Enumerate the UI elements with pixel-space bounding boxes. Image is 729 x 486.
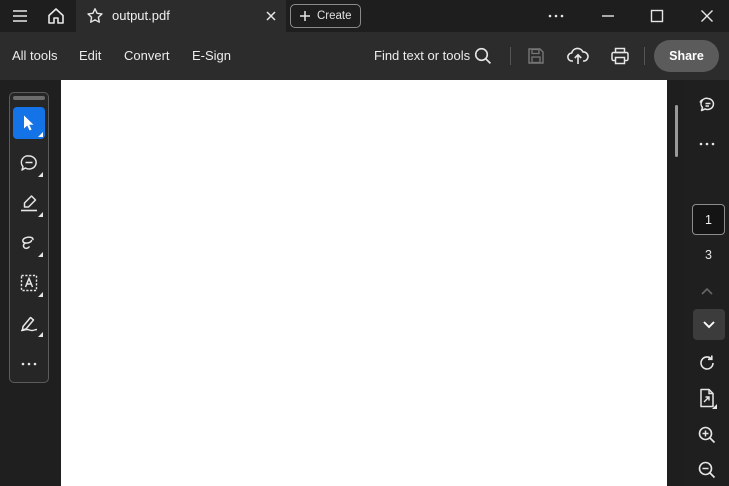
plus-icon (299, 10, 311, 22)
close-tab-icon[interactable] (264, 9, 278, 23)
menu-all-tools[interactable]: All tools (12, 48, 58, 63)
corner-triangle-icon (38, 172, 43, 177)
vertical-scrollbar[interactable] (667, 80, 685, 486)
text-select-icon (19, 273, 39, 293)
save-icon[interactable] (526, 46, 546, 66)
scrollbar-thumb[interactable] (675, 105, 678, 157)
toolbar-divider (644, 47, 645, 65)
print-icon[interactable] (610, 46, 630, 66)
menu-edit[interactable]: Edit (79, 48, 101, 63)
highlight-icon (19, 193, 39, 213)
draw-tool-button[interactable] (13, 227, 45, 259)
comments-panel-icon[interactable] (685, 94, 729, 116)
share-button[interactable]: Share (654, 40, 719, 72)
zoom-in-icon[interactable] (685, 424, 729, 446)
total-pages-label: 3 (705, 248, 712, 262)
zoom-out-icon[interactable] (685, 459, 729, 481)
sign-tool-button[interactable] (13, 307, 45, 339)
find-text-label[interactable]: Find text or tools (374, 48, 470, 63)
document-tab[interactable]: output.pdf (76, 0, 286, 32)
current-page-input[interactable]: 1 (692, 204, 725, 235)
corner-triangle-icon (38, 332, 43, 337)
cloud-upload-icon[interactable] (567, 46, 589, 66)
star-icon[interactable] (86, 7, 104, 25)
highlight-tool-button[interactable] (13, 187, 45, 219)
more-icon[interactable] (540, 0, 572, 32)
corner-triangle-icon (38, 212, 43, 217)
right-side-rail: 1 3 (685, 80, 729, 486)
select-tool-button[interactable] (13, 107, 45, 139)
search-icon[interactable] (473, 46, 493, 66)
more-tools-icon (21, 362, 37, 366)
toolbar-divider (510, 47, 511, 65)
drag-handle[interactable] (13, 96, 45, 100)
create-button[interactable]: Create (290, 4, 361, 28)
corner-triangle-icon (38, 132, 43, 137)
create-label: Create (317, 10, 352, 22)
pdf-page[interactable] (61, 80, 667, 486)
comment-icon (19, 153, 39, 173)
main-toolbar: All tools Edit Convert E-Sign Find text … (0, 32, 729, 80)
text-select-tool-button[interactable] (13, 267, 45, 299)
draw-freehand-icon (19, 233, 39, 253)
menu-convert[interactable]: Convert (124, 48, 170, 63)
rotate-icon[interactable] (685, 352, 729, 374)
menu-icon[interactable] (2, 0, 38, 32)
corner-triangle-icon (38, 252, 43, 257)
menu-e-sign[interactable]: E-Sign (192, 48, 231, 63)
comment-tool-button[interactable] (13, 147, 45, 179)
minimize-icon[interactable] (592, 0, 624, 32)
quick-tools-panel (9, 92, 49, 383)
home-icon[interactable] (40, 0, 72, 32)
select-cursor-icon (21, 114, 37, 132)
more-tools-button[interactable] (13, 348, 45, 380)
next-page-button[interactable] (693, 309, 725, 340)
sign-pen-icon (19, 313, 39, 333)
chevron-down-icon (702, 320, 716, 330)
maximize-icon[interactable] (641, 0, 673, 32)
document-viewport[interactable] (61, 80, 667, 486)
more-options-icon[interactable] (685, 138, 729, 150)
chevron-up-icon[interactable] (685, 282, 729, 300)
page-extract-icon[interactable] (685, 386, 729, 410)
left-tool-rail (0, 80, 61, 486)
tab-title: output.pdf (112, 8, 170, 23)
corner-triangle-icon (38, 292, 43, 297)
close-window-icon[interactable] (690, 0, 724, 32)
title-bar: output.pdf Create (0, 0, 729, 32)
